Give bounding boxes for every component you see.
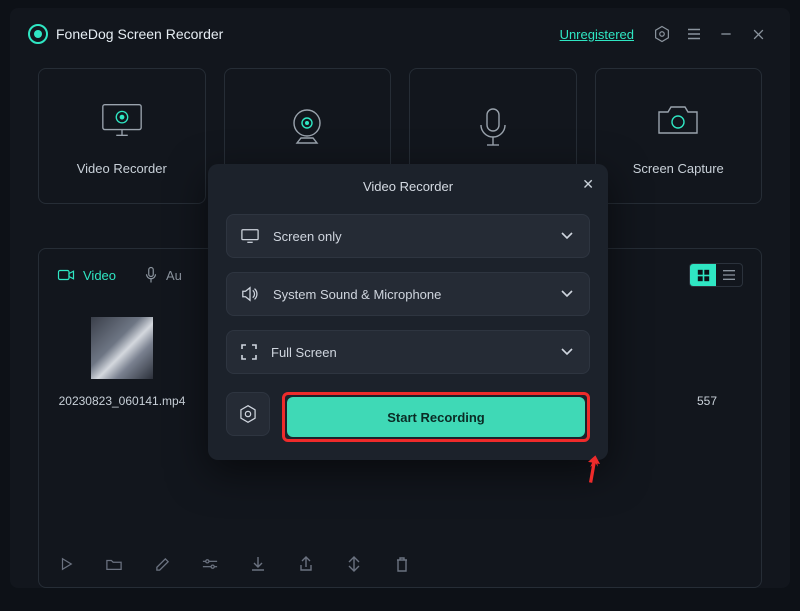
thumbnail-label: 20230823_060141.mp4 <box>59 393 186 409</box>
card-label: Screen Capture <box>633 161 724 176</box>
recorder-settings-button[interactable] <box>226 392 270 436</box>
microphone-icon <box>470 104 516 150</box>
list-view-icon[interactable] <box>716 264 742 286</box>
monitor-icon <box>241 228 259 244</box>
chevron-down-icon <box>561 348 573 356</box>
camera-icon <box>655 97 701 143</box>
card-video-recorder[interactable]: Video Recorder <box>38 68 206 204</box>
library-toolbar <box>57 529 743 577</box>
webcam-icon <box>284 104 330 150</box>
download-icon[interactable] <box>249 555 267 573</box>
audio-select[interactable]: System Sound & Microphone <box>226 272 590 316</box>
app-name: FoneDog Screen Recorder <box>56 26 223 42</box>
settings-icon[interactable] <box>648 20 676 48</box>
share-icon[interactable] <box>297 555 315 573</box>
trash-icon[interactable] <box>393 555 411 573</box>
audio-value: System Sound & Microphone <box>273 287 441 302</box>
edit-icon[interactable] <box>153 555 171 573</box>
convert-icon[interactable] <box>345 555 363 573</box>
chevron-down-icon <box>561 290 573 298</box>
card-screen-capture[interactable]: Screen Capture <box>595 68 763 204</box>
area-select[interactable]: Full Screen <box>226 330 590 374</box>
source-value: Screen only <box>273 229 342 244</box>
dialog-title: Video Recorder <box>363 179 453 194</box>
list-item[interactable]: 557 <box>677 317 737 409</box>
logo-icon <box>28 24 48 44</box>
start-label: Start Recording <box>387 410 485 425</box>
tab-label: Au <box>166 268 182 283</box>
chevron-down-icon <box>561 232 573 240</box>
sliders-icon[interactable] <box>201 555 219 573</box>
tab-video[interactable]: Video <box>57 268 116 283</box>
video-recorder-dialog: Video Recorder ✕ Screen only System Soun… <box>208 164 608 460</box>
minimize-icon[interactable] <box>712 20 740 48</box>
app-logo: FoneDog Screen Recorder <box>28 24 223 44</box>
play-icon[interactable] <box>57 555 75 573</box>
source-select[interactable]: Screen only <box>226 214 590 258</box>
close-icon[interactable]: ✕ <box>582 176 594 193</box>
close-icon[interactable] <box>744 20 772 48</box>
tab-label: Video <box>83 268 116 283</box>
menu-icon[interactable] <box>680 20 708 48</box>
thumbnail-icon <box>91 317 153 379</box>
list-item[interactable]: 20230823_060141.mp4 <box>63 317 181 409</box>
thumbnail-label: 557 <box>697 393 717 409</box>
monitor-record-icon <box>99 97 145 143</box>
start-recording-button[interactable]: Start Recording <box>287 397 585 437</box>
fullscreen-icon <box>241 344 257 360</box>
folder-icon[interactable] <box>105 555 123 573</box>
area-value: Full Screen <box>271 345 337 360</box>
grid-view-icon[interactable] <box>690 264 716 286</box>
speaker-icon <box>241 286 259 302</box>
unregistered-link[interactable]: Unregistered <box>560 27 634 42</box>
view-toggle <box>689 263 743 287</box>
tab-audio[interactable]: Au <box>144 266 182 284</box>
titlebar: FoneDog Screen Recorder Unregistered <box>10 8 790 60</box>
start-recording-highlight: Start Recording <box>282 392 590 442</box>
card-label: Video Recorder <box>77 161 167 176</box>
